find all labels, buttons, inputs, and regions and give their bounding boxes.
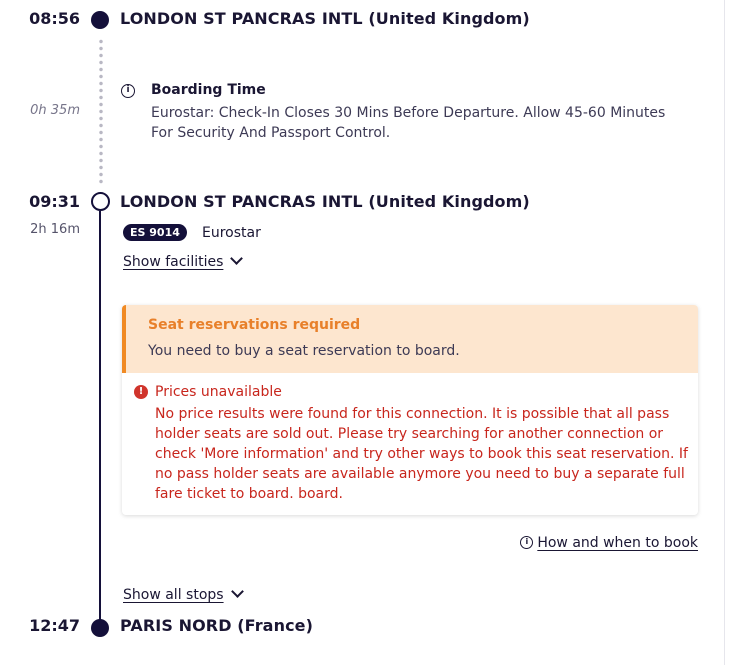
- panel-right-border: [724, 0, 725, 665]
- train-info: ES 9014 Eurostar: [123, 222, 261, 242]
- show-facilities-toggle[interactable]: Show facilities: [123, 252, 244, 270]
- error-alert-icon: !: [134, 385, 148, 399]
- boarding-duration: 0h 35m: [30, 103, 80, 118]
- train-departure-time: 09:31: [29, 192, 80, 211]
- departure-stop-dot: [91, 11, 109, 29]
- boarding-description: Eurostar: Check-In Closes 30 Mins Before…: [151, 105, 666, 141]
- chevron-down-icon: [230, 585, 244, 598]
- info-icon: i: [121, 84, 135, 98]
- train-duration: 2h 16m: [30, 222, 80, 237]
- how-to-book-link-row[interactable]: i How and when to book: [520, 535, 698, 551]
- warning-text: You need to buy a seat reservation to bo…: [148, 343, 460, 359]
- how-to-book-link[interactable]: How and when to book: [537, 535, 698, 551]
- seat-reservation-warning: Seat reservations required You need to b…: [122, 305, 698, 373]
- boarding-dotted-line: [99, 38, 103, 184]
- error-text: No price results were found for this con…: [155, 406, 688, 502]
- boarding-title: Boarding Time: [151, 82, 266, 98]
- train-departure-stop-dot: [91, 192, 110, 211]
- show-all-stops-toggle[interactable]: Show all stops: [123, 585, 244, 603]
- train-operator: Eurostar: [201, 224, 261, 241]
- arrival-station: PARIS NORD (France): [120, 616, 314, 635]
- show-all-stops-link[interactable]: Show all stops: [123, 587, 224, 603]
- arrival-time: 12:47: [29, 616, 80, 635]
- journey-solid-line: [99, 211, 101, 621]
- error-title: Prices unavailable: [155, 384, 282, 400]
- show-facilities-link[interactable]: Show facilities: [123, 254, 223, 270]
- chevron-down-icon: [230, 252, 244, 265]
- prices-unavailable-error: ! Prices unavailable No price results we…: [122, 373, 698, 515]
- reservation-notice-card: Seat reservations required You need to b…: [122, 305, 698, 515]
- departure-time: 08:56: [29, 9, 80, 28]
- departure-station: LONDON ST PANCRAS INTL (United Kingdom): [120, 9, 530, 28]
- arrival-stop-dot: [91, 619, 109, 637]
- train-departure-station: LONDON ST PANCRAS INTL (United Kingdom): [120, 192, 530, 211]
- train-number-badge: ES 9014: [123, 224, 187, 241]
- info-icon: i: [520, 535, 534, 549]
- warning-title: Seat reservations required: [148, 317, 361, 333]
